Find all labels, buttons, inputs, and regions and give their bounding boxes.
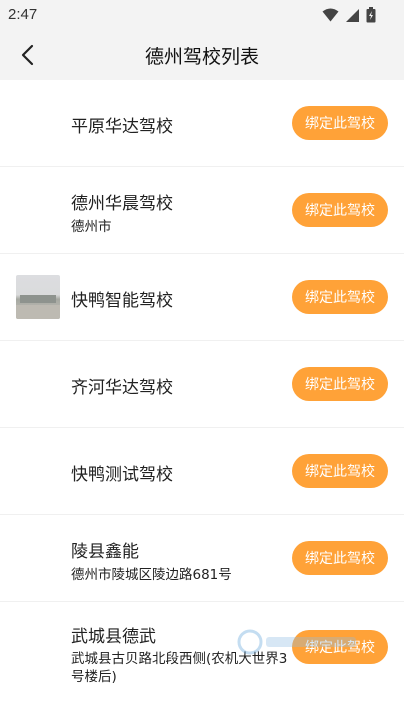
school-name: 武城县德武: [71, 627, 156, 647]
list-item[interactable]: 齐河华达驾校 绑定此驾校: [0, 341, 404, 428]
school-address: 武城县古贝路北段西侧(农机大世界3号楼后): [71, 651, 288, 685]
bind-school-button[interactable]: 绑定此驾校: [292, 541, 388, 575]
status-icons: [322, 7, 376, 23]
bind-school-button[interactable]: 绑定此驾校: [292, 454, 388, 488]
bind-school-button[interactable]: 绑定此驾校: [292, 193, 388, 227]
school-list: 平原华达驾校 绑定此驾校 德州华晨驾校 德州市 绑定此驾校 快鸭智能驾校 绑定此…: [0, 80, 404, 692]
signal-icon: [346, 8, 359, 22]
school-name: 快鸭测试驾校: [71, 465, 173, 485]
list-item[interactable]: 快鸭智能驾校 绑定此驾校: [0, 254, 404, 341]
bind-school-button[interactable]: 绑定此驾校: [292, 367, 388, 401]
wifi-icon: [322, 8, 339, 22]
list-item[interactable]: 陵县鑫能 德州市陵城区陵边路681号 绑定此驾校: [0, 515, 404, 602]
bind-school-button[interactable]: 绑定此驾校: [292, 280, 388, 314]
list-item[interactable]: 德州华晨驾校 德州市 绑定此驾校: [0, 167, 404, 254]
school-name: 平原华达驾校: [71, 117, 173, 137]
school-address: 德州市陵城区陵边路681号: [71, 567, 232, 583]
list-item[interactable]: 快鸭测试驾校 绑定此驾校: [0, 428, 404, 515]
school-thumbnail: [16, 275, 60, 319]
school-name: 快鸭智能驾校: [71, 291, 173, 311]
app-bar: 德州驾校列表: [0, 30, 404, 80]
school-name: 德州华晨驾校: [71, 194, 173, 214]
school-address: 德州市: [71, 219, 112, 235]
bind-school-button[interactable]: 绑定此驾校: [292, 106, 388, 140]
list-item[interactable]: 平原华达驾校 绑定此驾校: [0, 80, 404, 167]
battery-icon: [366, 7, 376, 23]
status-bar: 2:47: [0, 0, 404, 30]
bind-school-button[interactable]: 绑定此驾校: [292, 630, 388, 664]
school-name: 齐河华达驾校: [71, 378, 173, 398]
status-time: 2:47: [8, 6, 38, 23]
list-item[interactable]: 武城县德武 武城县古贝路北段西侧(农机大世界3号楼后) 绑定此驾校: [0, 602, 404, 692]
page-title: 德州驾校列表: [144, 46, 259, 68]
school-name: 陵县鑫能: [71, 542, 139, 562]
